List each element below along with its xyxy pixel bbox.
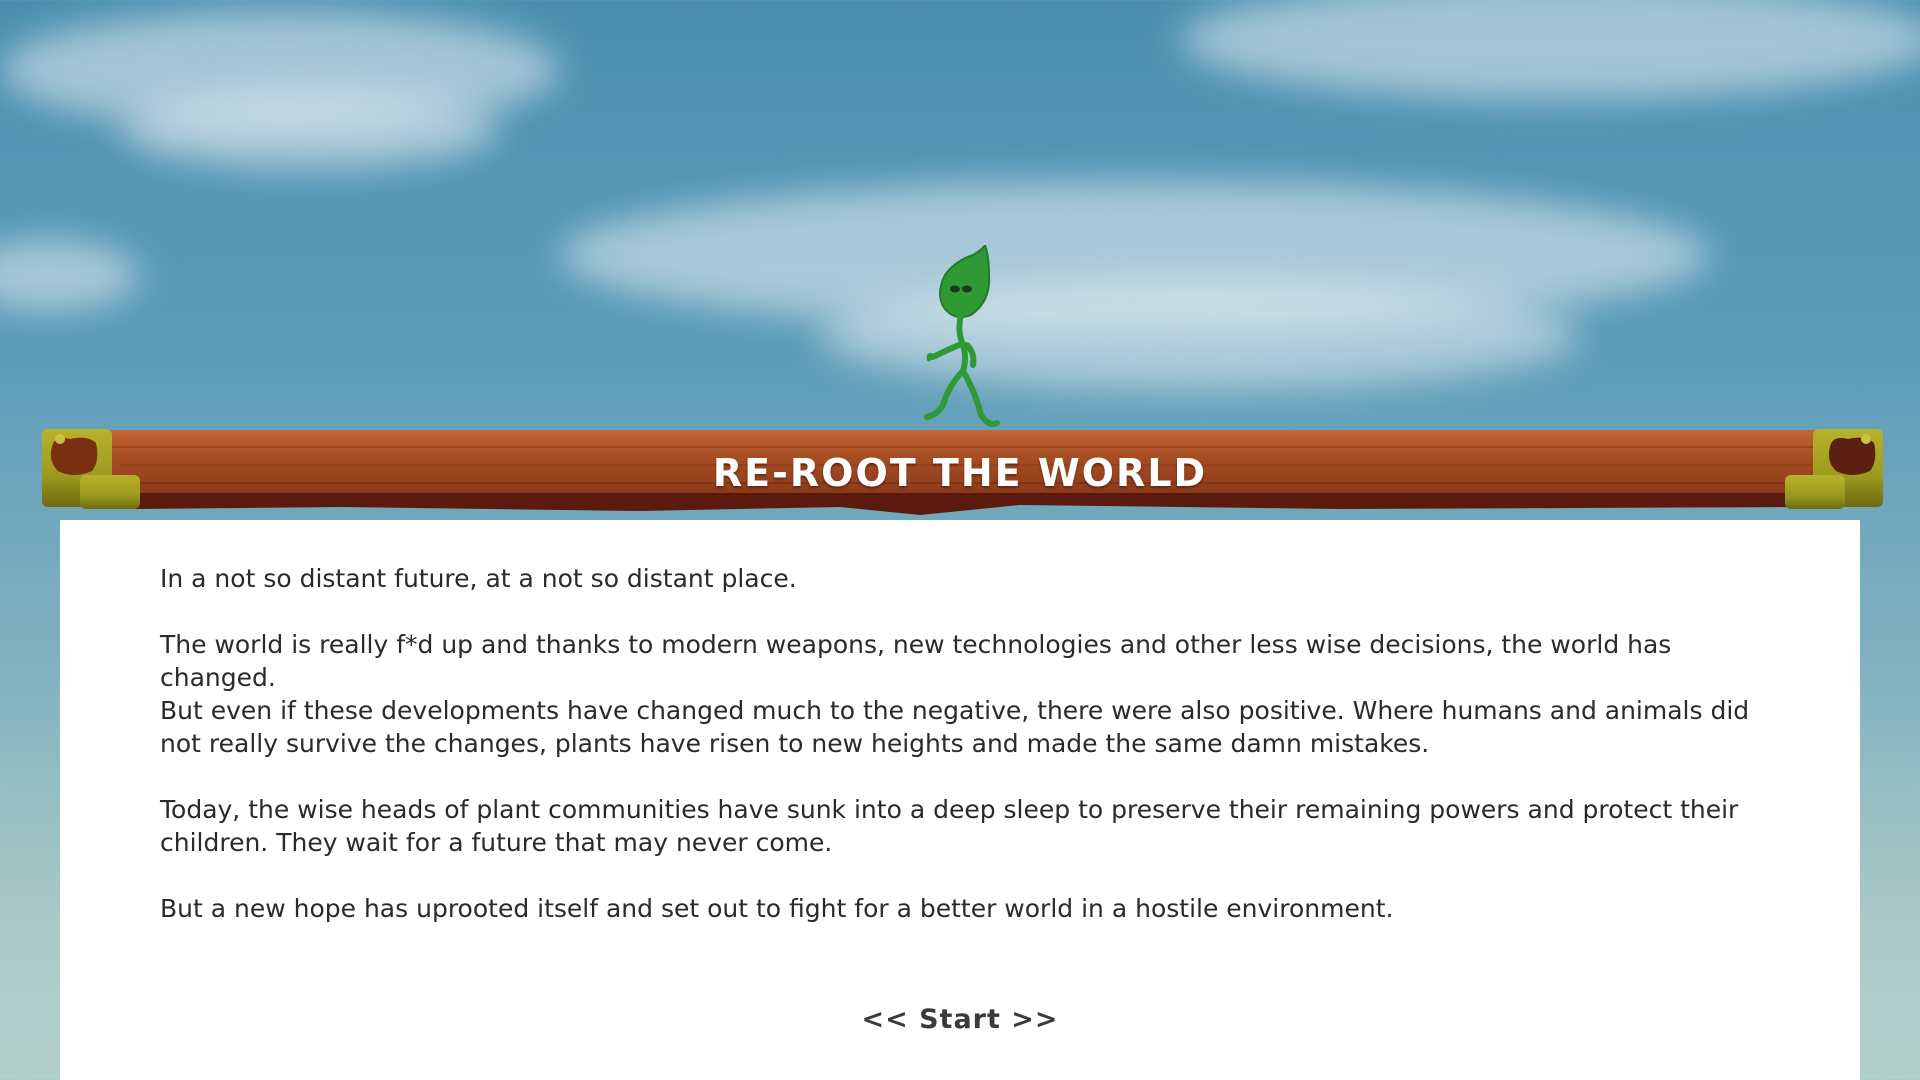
cloud (120, 90, 500, 170)
story-paragraph: But a new hope has uprooted itself and s… (160, 894, 1394, 923)
start-button[interactable]: << Start >> (860, 998, 1060, 1042)
story-paragraph: In a not so distant future, at a not so … (160, 564, 797, 593)
story-text: In a not so distant future, at a not so … (160, 562, 1760, 958)
cloud (1180, 0, 1920, 100)
story-paragraph: The world is really f*d up and thanks to… (160, 630, 1750, 758)
cloud (0, 240, 140, 310)
leaf-sprout-character-icon (924, 245, 1000, 427)
story-paragraph: Today, the wise heads of plant communiti… (160, 795, 1739, 857)
game-title: RE-ROOT THE WORLD (712, 451, 1208, 495)
